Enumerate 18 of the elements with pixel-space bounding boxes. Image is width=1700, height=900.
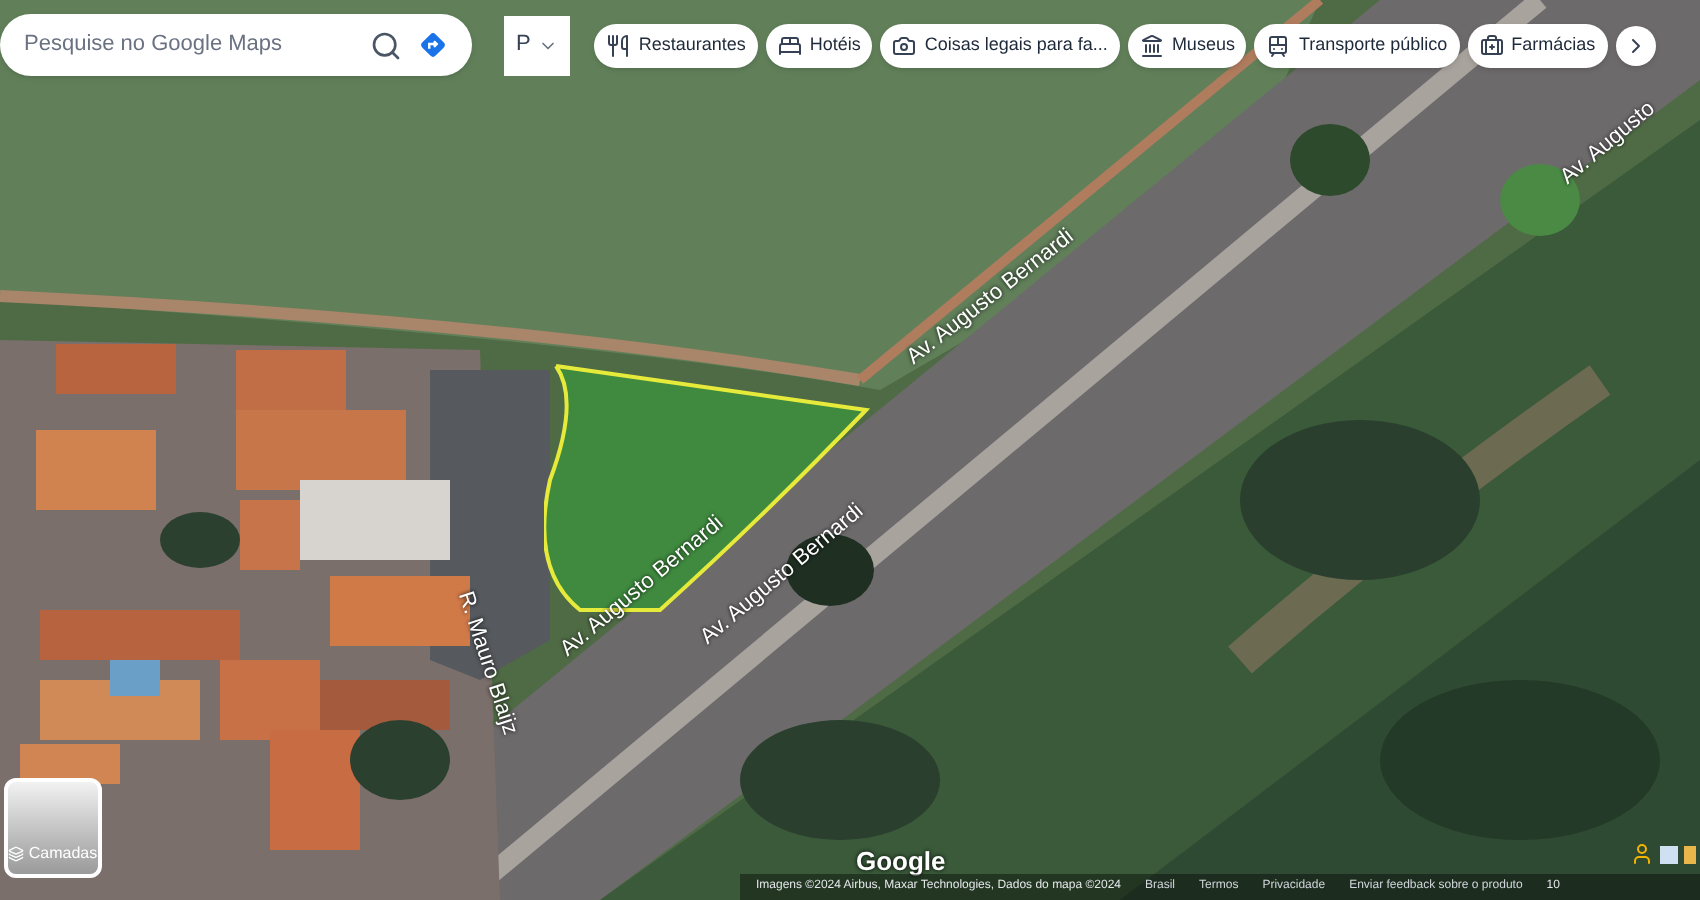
street-label: R. Mauro Blaijz <box>451 587 524 740</box>
camera-icon <box>892 33 917 57</box>
category-chip[interactable]: Coisas legais para fa... <box>880 23 1120 67</box>
google-logo: Google <box>856 844 946 879</box>
category-chip[interactable]: Transporte público <box>1254 23 1460 67</box>
pegman-icon[interactable] <box>1630 842 1654 866</box>
medical-kit-icon <box>1479 33 1504 57</box>
category-chip[interactable]: Restaurantes <box>594 23 758 67</box>
tram-icon <box>1266 33 1291 57</box>
search-field[interactable]: Pesquise no Google Maps <box>24 28 354 62</box>
utensils-icon <box>606 33 631 57</box>
layer-dropdown[interactable]: P <box>504 15 571 75</box>
layers-icon <box>8 846 25 862</box>
museum-icon <box>1139 33 1164 57</box>
bed-icon <box>777 33 802 57</box>
category-chip[interactable]: Farmácias <box>1467 23 1608 67</box>
search-icon[interactable] <box>370 29 402 61</box>
search-bar[interactable]: Pesquise no Google Maps <box>0 14 472 76</box>
